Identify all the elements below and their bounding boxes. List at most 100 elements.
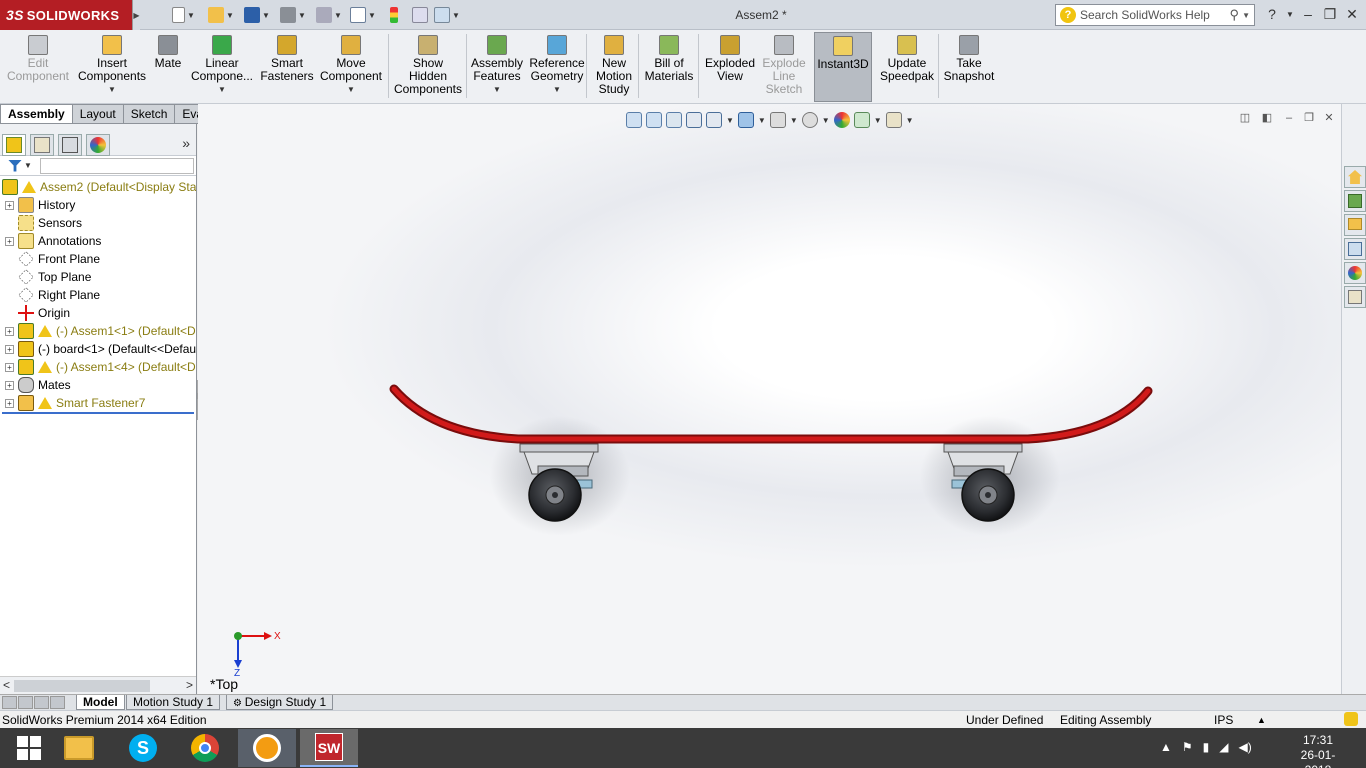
- mate-button[interactable]: Mate: [150, 32, 186, 102]
- chevron-down-icon[interactable]: ▼: [108, 83, 116, 96]
- tree-node[interactable]: Front Plane: [0, 250, 196, 268]
- media-player-taskbar-button[interactable]: [238, 729, 296, 767]
- rear-wheel[interactable]: [528, 468, 582, 522]
- expand-icon[interactable]: +: [5, 344, 14, 354]
- tree-node[interactable]: Sensors: [0, 214, 196, 232]
- file-properties-button[interactable]: [412, 6, 428, 24]
- chevron-down-icon[interactable]: ▼: [347, 83, 355, 96]
- expand-icon[interactable]: +: [5, 236, 14, 246]
- next-tab-button[interactable]: [34, 696, 49, 709]
- solidworks-logo[interactable]: 3S SOLIDWORKS: [0, 0, 132, 30]
- edit-component-button[interactable]: Edit Component: [4, 32, 72, 102]
- graphics-area[interactable]: ▼ ▼ ▼ ▼ ▼ ▼ ◫ ◧ – ❐ ✕ X Z *Top: [198, 104, 1341, 694]
- chevron-down-icon[interactable]: ▼: [218, 83, 226, 96]
- units-selector[interactable]: IPS: [1214, 713, 1233, 727]
- scroll-left-arrow[interactable]: <: [3, 678, 10, 692]
- tree-node[interactable]: + Smart Fastener7: [0, 394, 196, 412]
- property-manager-tab[interactable]: [30, 134, 54, 156]
- assembly-features-button[interactable]: Assembly Features ▼: [470, 32, 524, 102]
- chevron-down-icon[interactable]: ▼: [24, 161, 32, 170]
- tab-layout[interactable]: Layout: [72, 104, 124, 124]
- expand-icon[interactable]: +: [5, 326, 14, 336]
- scroll-right-arrow[interactable]: >: [186, 678, 193, 692]
- show-hidden-icons-button[interactable]: ▲: [1160, 740, 1172, 754]
- show-hidden-components-button[interactable]: Show Hidden Components: [392, 32, 464, 102]
- new-document-button[interactable]: ▼: [172, 6, 195, 24]
- chrome-taskbar-button[interactable]: [176, 729, 234, 767]
- configuration-manager-tab[interactable]: [58, 134, 82, 156]
- previous-tab-button[interactable]: [18, 696, 33, 709]
- skype-taskbar-button[interactable]: S: [114, 729, 172, 767]
- scroll-thumb[interactable]: [14, 680, 150, 692]
- horizontal-scrollbar[interactable]: < >: [0, 676, 196, 694]
- expand-icon[interactable]: +: [5, 200, 14, 210]
- tree-node[interactable]: + (-) board<1> (Default<<Default: [0, 340, 196, 358]
- tab-assembly[interactable]: Assembly: [0, 104, 73, 124]
- last-tab-button[interactable]: [50, 696, 65, 709]
- select-button[interactable]: ▼: [350, 6, 376, 24]
- help-dropdown-icon[interactable]: ▼: [1280, 10, 1300, 19]
- tab-sketch[interactable]: Sketch: [123, 104, 176, 124]
- file-explorer-taskbar-button[interactable]: [50, 729, 108, 767]
- panel-expand-button[interactable]: »: [182, 135, 190, 151]
- chevron-down-icon[interactable]: ▼: [493, 83, 501, 96]
- restore-button[interactable]: ❐: [1320, 6, 1340, 23]
- custom-properties-tab[interactable]: [1344, 286, 1366, 308]
- explode-line-sketch-button[interactable]: Explode Line Sketch: [760, 32, 808, 102]
- network-signal-icon[interactable]: ◢: [1219, 740, 1228, 754]
- expand-icon[interactable]: +: [5, 362, 14, 372]
- options-button[interactable]: ▼: [434, 6, 460, 24]
- move-component-button[interactable]: Move Component ▼: [318, 32, 384, 102]
- search-help-field[interactable]: ? Search SolidWorks Help ⚲ ▼: [1055, 4, 1255, 26]
- tree-node[interactable]: + Annotations: [0, 232, 196, 250]
- flag-icon[interactable]: ⚑: [1182, 740, 1193, 754]
- help-button[interactable]: ?: [1262, 6, 1282, 22]
- chevron-down-icon[interactable]: ▼: [1242, 11, 1250, 20]
- tree-root-assembly[interactable]: Assem2 (Default<Display State: [0, 178, 196, 196]
- tree-node[interactable]: + History: [0, 196, 196, 214]
- search-icon[interactable]: ⚲: [1230, 7, 1240, 23]
- display-manager-tab[interactable]: [86, 134, 110, 156]
- appearances-tab[interactable]: [1344, 262, 1366, 284]
- reference-geometry-button[interactable]: Reference Geometry ▼: [528, 32, 586, 102]
- bottom-tab-design-study-1[interactable]: ⚙ Design Study 1: [226, 695, 334, 710]
- rollback-bar[interactable]: [2, 412, 194, 414]
- close-button[interactable]: ✕: [1342, 6, 1362, 23]
- expand-icon[interactable]: +: [5, 398, 14, 408]
- take-snapshot-button[interactable]: Take Snapshot: [940, 32, 998, 102]
- save-button[interactable]: ▼: [244, 6, 270, 24]
- skateboard-model[interactable]: [198, 104, 1341, 694]
- feature-manager-tab[interactable]: [2, 134, 26, 156]
- volume-icon[interactable]: ◀): [1239, 740, 1252, 754]
- taskbar-clock[interactable]: 17:31 26-01-2018: [1290, 733, 1346, 768]
- front-wheel[interactable]: [961, 468, 1015, 522]
- tree-node[interactable]: + Mates: [0, 376, 196, 394]
- rebuild-button[interactable]: [390, 6, 398, 24]
- view-palette-tab[interactable]: [1344, 238, 1366, 260]
- units-up-arrow-icon[interactable]: ▲: [1257, 715, 1266, 725]
- tree-node[interactable]: Top Plane: [0, 268, 196, 286]
- print-button[interactable]: ▼: [280, 6, 306, 24]
- tree-node[interactable]: + (-) Assem1<4> (Default<Default: [0, 358, 196, 376]
- bottom-tab-model[interactable]: Model: [76, 695, 125, 710]
- bill-of-materials-button[interactable]: Bill of Materials: [642, 32, 696, 102]
- filter-input[interactable]: [39, 157, 194, 174]
- instant3d-button[interactable]: Instant3D: [814, 32, 872, 102]
- filter-icon[interactable]: [8, 159, 22, 172]
- rebuild-status-icon[interactable]: [1344, 712, 1358, 726]
- tree-node[interactable]: Right Plane: [0, 286, 196, 304]
- new-motion-study-button[interactable]: New Motion Study: [590, 32, 638, 102]
- minimize-button[interactable]: –: [1298, 6, 1318, 22]
- tree-node[interactable]: Origin: [0, 304, 196, 322]
- solidworks-resources-tab[interactable]: [1344, 166, 1366, 188]
- update-speedpak-button[interactable]: Update Speedpak: [878, 32, 936, 102]
- chevron-down-icon[interactable]: ▼: [553, 83, 561, 96]
- bottom-tab-motion-study-1[interactable]: Motion Study 1: [126, 695, 221, 710]
- open-button[interactable]: ▼: [208, 6, 234, 24]
- first-tab-button[interactable]: [2, 696, 17, 709]
- solidworks-taskbar-button[interactable]: SW: [300, 729, 358, 767]
- file-explorer-tab[interactable]: [1344, 214, 1366, 236]
- insert-components-button[interactable]: Insert Components ▼: [78, 32, 146, 102]
- expand-icon[interactable]: +: [5, 380, 14, 390]
- linear-component-pattern-button[interactable]: Linear Compone... ▼: [190, 32, 254, 102]
